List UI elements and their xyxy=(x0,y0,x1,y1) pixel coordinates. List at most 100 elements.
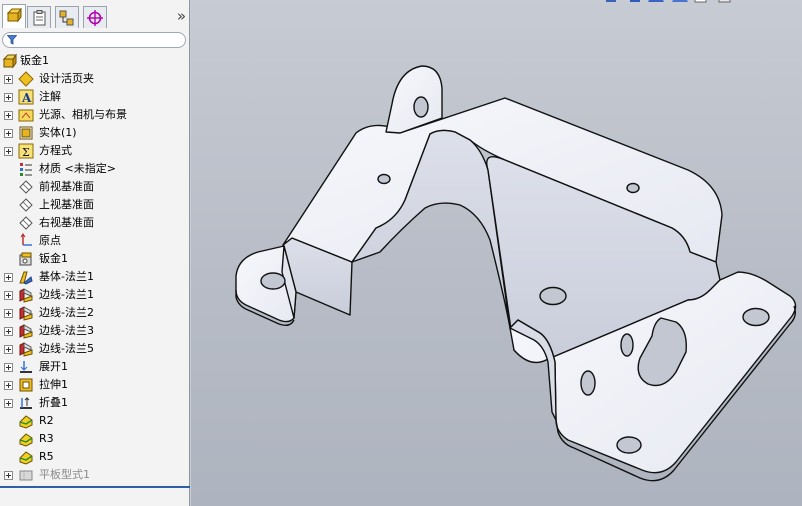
solid-bodies-icon xyxy=(19,126,33,140)
plane-icon xyxy=(19,216,33,230)
extrude-cut-icon xyxy=(19,378,33,392)
material-icon xyxy=(20,163,32,176)
lights-cameras-icon xyxy=(18,109,34,122)
svg-text:A: A xyxy=(21,91,32,105)
equations-icon: Σ xyxy=(18,143,34,159)
tree-item[interactable]: 拉伸1 xyxy=(0,376,188,394)
expand-toggle-icon[interactable] xyxy=(4,129,13,138)
tree-item[interactable]: 前视基准面 xyxy=(0,178,188,196)
edge-flange-icon xyxy=(19,324,33,339)
tree-item[interactable]: R2 xyxy=(0,412,188,430)
tree-item-label: 边线-法兰5 xyxy=(39,342,94,355)
collapse-panel-icon[interactable]: » xyxy=(177,7,186,25)
tree-item[interactable]: 上视基准面 xyxy=(0,196,188,214)
featuremanager-icon xyxy=(6,8,22,23)
tree-item[interactable]: 折叠1 xyxy=(0,394,188,412)
expand-toggle-icon[interactable] xyxy=(4,399,13,408)
tree-item[interactable]: 边线-法兰1 xyxy=(0,286,188,304)
tree-item-label: 材质 <未指定> xyxy=(39,162,116,175)
tree-item-label: 钣金1 xyxy=(20,54,49,67)
tree-item[interactable]: 边线-法兰2 xyxy=(0,304,188,322)
tree-item-label: 展开1 xyxy=(39,360,68,373)
tree-item[interactable]: R5 xyxy=(0,448,188,466)
tab-hole xyxy=(413,96,429,118)
tree-item[interactable]: 钣金1 xyxy=(0,250,188,268)
propertymanager-icon xyxy=(33,10,46,26)
unfold-icon xyxy=(20,361,32,373)
expand-toggle-icon[interactable] xyxy=(4,381,13,390)
origin-icon xyxy=(20,233,32,246)
tree-item-label: 右视基准面 xyxy=(39,216,94,229)
tree-item-label: 平板型式1 xyxy=(39,468,90,481)
tree-item[interactable]: 展开1 xyxy=(0,358,188,376)
configurationmanager-tab[interactable] xyxy=(55,6,79,28)
tree-item[interactable]: 光源、相机与布景 xyxy=(0,106,188,124)
tree-item[interactable]: 边线-法兰5 xyxy=(0,340,188,358)
tree-item[interactable]: Σ 方程式 xyxy=(0,142,188,160)
part-icon xyxy=(2,53,17,69)
expand-toggle-icon[interactable] xyxy=(4,75,13,84)
tree-item[interactable]: R3 xyxy=(0,430,188,448)
feature-manager-panel: » 钣金1 设计活页夹 A 注解 光源、相机与布景实体(1) Σ 方程式材质 <未指定> 前视… xyxy=(0,0,190,506)
plane-icon xyxy=(19,198,33,212)
expand-toggle-icon[interactable] xyxy=(4,471,13,480)
tree-item-label: 方程式 xyxy=(39,144,72,157)
expand-toggle-icon[interactable] xyxy=(4,111,13,120)
feature-tree: 钣金1 设计活页夹 A 注解 光源、相机与布景实体(1) Σ 方程式材质 <未指定> 前视基准… xyxy=(0,52,188,484)
dimxpert-icon xyxy=(87,10,103,26)
edge-flange-icon xyxy=(19,288,33,303)
expand-toggle-icon[interactable] xyxy=(4,93,13,102)
tree-item-label: 钣金1 xyxy=(39,252,68,265)
base-flange-icon xyxy=(19,271,33,285)
tree-item-label: 拉伸1 xyxy=(39,378,68,391)
expand-toggle-icon[interactable] xyxy=(4,345,13,354)
edge-flange-icon xyxy=(19,342,33,357)
propertymanager-tab[interactable] xyxy=(27,6,51,28)
fillet-icon xyxy=(19,451,33,465)
expand-toggle-icon[interactable] xyxy=(4,273,13,282)
expand-toggle-icon[interactable] xyxy=(4,327,13,336)
expand-toggle-icon[interactable] xyxy=(4,147,13,156)
tree-item[interactable]: 实体(1) xyxy=(0,124,188,142)
right-face-hole xyxy=(539,286,567,306)
tree-item[interactable]: 原点 xyxy=(0,232,188,250)
tree-item[interactable]: 基体-法兰1 xyxy=(0,268,188,286)
tree-root-part[interactable]: 钣金1 xyxy=(0,52,188,70)
tree-item-label: 边线-法兰1 xyxy=(39,288,94,301)
tree-item[interactable]: A 注解 xyxy=(0,88,188,106)
tree-item-label: 基体-法兰1 xyxy=(39,270,94,283)
tree-item-label: R2 xyxy=(39,414,54,427)
tree-item-label: 原点 xyxy=(39,234,61,247)
tree-item[interactable]: 边线-法兰3 xyxy=(0,322,188,340)
tree-item-label: 折叠1 xyxy=(39,396,68,409)
configurationmanager-icon xyxy=(59,10,74,26)
fillet-icon xyxy=(19,415,33,429)
panel-divider xyxy=(0,486,190,488)
feature-filter-input[interactable] xyxy=(2,32,186,48)
tree-item[interactable]: 平板型式1 xyxy=(0,466,188,484)
filter-icon xyxy=(7,35,17,45)
left-foot-hole xyxy=(260,272,286,290)
tree-item-label: 设计活页夹 xyxy=(39,72,94,85)
tree-item-label: 前视基准面 xyxy=(39,180,94,193)
graphics-viewport[interactable] xyxy=(191,0,802,506)
tree-item[interactable]: 材质 <未指定> xyxy=(0,160,188,178)
tree-item-label: 实体(1) xyxy=(39,126,77,139)
featuremanager-tab[interactable] xyxy=(2,4,26,28)
tree-item[interactable]: 设计活页夹 xyxy=(0,70,188,88)
tree-item[interactable]: 右视基准面 xyxy=(0,214,188,232)
plane-icon xyxy=(19,180,33,194)
right-foot-hole xyxy=(742,307,770,327)
expand-toggle-icon[interactable] xyxy=(4,291,13,300)
lower-plate-hole xyxy=(620,333,634,357)
expand-toggle-icon[interactable] xyxy=(4,363,13,372)
expand-toggle-icon[interactable] xyxy=(4,309,13,318)
dimxpert-tab[interactable] xyxy=(83,6,107,28)
top-plate-hole xyxy=(377,173,391,185)
tree-item-label: 边线-法兰3 xyxy=(39,324,94,337)
lower-plate-hole xyxy=(580,370,596,396)
sheet-metal-bracket-model[interactable] xyxy=(191,0,802,506)
svg-text:Σ: Σ xyxy=(22,146,30,159)
edge-flange-icon xyxy=(19,306,33,321)
bottom-edge-hole xyxy=(616,436,642,454)
